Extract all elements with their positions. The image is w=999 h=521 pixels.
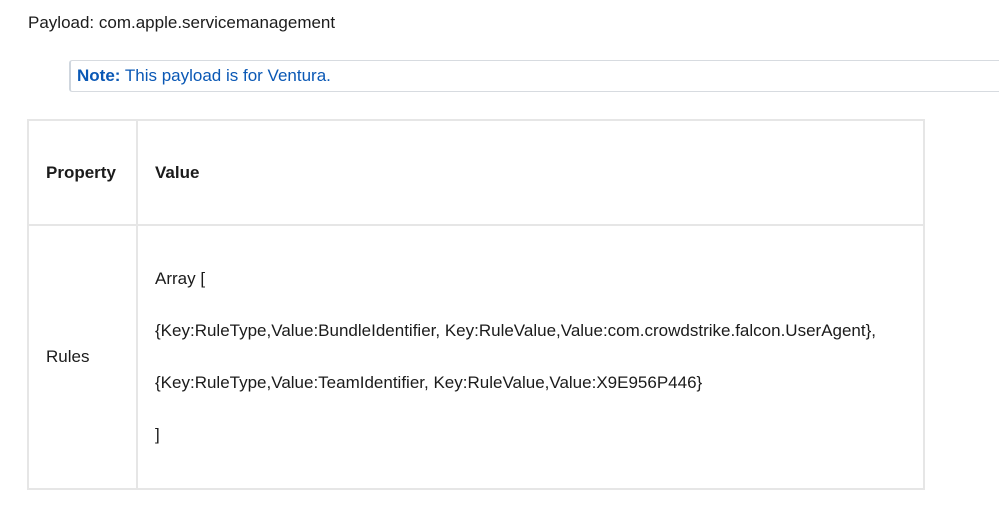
property-cell: Rules <box>27 224 138 490</box>
value-line: {Key:RuleType,Value:TeamIdentifier, Key:… <box>155 373 703 392</box>
table-header-row: Property Value <box>27 119 925 226</box>
value-column-header: Value <box>136 119 925 226</box>
properties-table: Property Value Rules Array [ {Key:RuleTy… <box>27 119 925 490</box>
value-line: ] <box>155 425 160 444</box>
payload-heading: Payload: com.apple.servicemanagement <box>28 13 336 32</box>
table-row: Rules Array [ {Key:RuleType,Value:Bundle… <box>27 224 925 490</box>
property-column-header: Property <box>27 119 138 226</box>
value-cell: Array [ {Key:RuleType,Value:BundleIdenti… <box>136 224 925 490</box>
note-callout: Note: This payload is for Ventura. <box>69 60 999 92</box>
value-line: {Key:RuleType,Value:BundleIdentifier, Ke… <box>155 321 877 340</box>
document-page: Payload: com.apple.servicemanagement Not… <box>0 0 999 521</box>
value-line: Array [ <box>155 269 206 288</box>
note-text: This payload is for Ventura. <box>120 66 331 85</box>
note-label: Note: <box>77 66 121 85</box>
